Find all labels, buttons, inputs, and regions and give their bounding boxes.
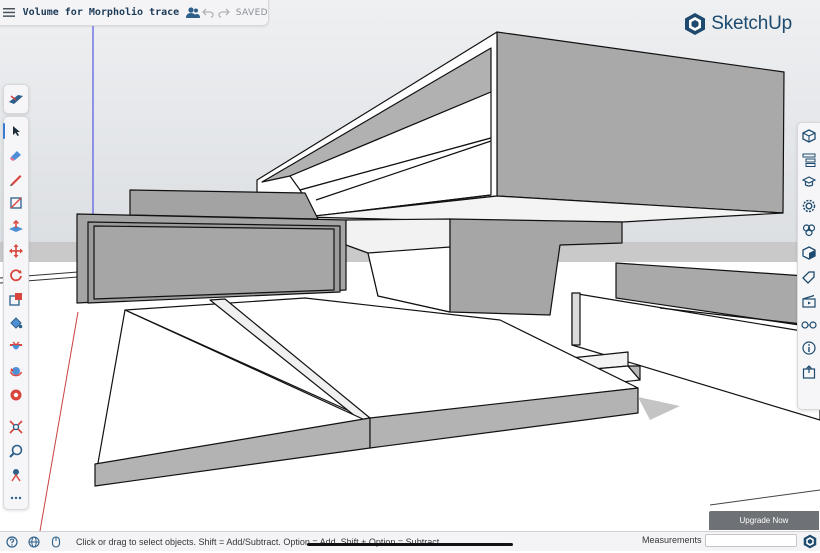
hamburger-menu-icon[interactable] <box>0 0 19 25</box>
home-indicator <box>307 543 513 546</box>
info-icon[interactable] <box>798 337 820 359</box>
pencil-icon[interactable] <box>4 168 28 190</box>
section-plane-display-icon[interactable] <box>4 88 28 110</box>
cube-info-icon[interactable] <box>798 125 820 147</box>
people-icon[interactable] <box>185 0 201 25</box>
scenes-clapper-icon[interactable] <box>798 290 820 312</box>
mouse-icon[interactable] <box>46 532 66 551</box>
sketchup-help-icon[interactable] <box>803 534 817 553</box>
select-arrow-icon[interactable] <box>3 120 28 142</box>
more-dots-icon[interactable] <box>4 487 28 509</box>
outliner-icon[interactable] <box>798 149 820 171</box>
help-circle-icon[interactable] <box>2 532 22 551</box>
model-viewport[interactable] <box>0 0 820 531</box>
glasses-icon[interactable] <box>798 314 820 336</box>
upgrade-now-button[interactable]: Upgrade Now <box>709 511 819 530</box>
scale-icon[interactable] <box>4 288 28 310</box>
undo-icon[interactable] <box>201 0 217 25</box>
tag-icon[interactable] <box>798 266 820 288</box>
redo-icon[interactable] <box>216 0 232 25</box>
rectangle-icon[interactable] <box>4 192 28 214</box>
measurements-input[interactable] <box>705 534 797 547</box>
save-status: SAVED <box>235 7 269 18</box>
paint-bucket-icon[interactable] <box>4 312 28 334</box>
model-scene[interactable] <box>0 0 820 531</box>
position-camera-icon[interactable] <box>4 464 28 486</box>
measurements-label: Measurements <box>642 535 702 545</box>
section-display-toolbar <box>3 84 29 114</box>
eraser-icon[interactable] <box>4 144 28 166</box>
zoom-icon[interactable] <box>4 440 28 462</box>
graduation-cap-icon[interactable] <box>798 171 820 193</box>
document-title[interactable]: Volume for Morpholio trace <box>23 7 180 18</box>
tape-measure-icon[interactable] <box>4 384 28 406</box>
globe-icon[interactable] <box>24 532 44 551</box>
status-bar: Click or drag to select objects. Shift =… <box>0 531 820 551</box>
components-icon[interactable] <box>798 219 820 241</box>
zoom-extents-icon[interactable] <box>4 416 28 438</box>
sketchup-logo: SketchUp <box>684 12 792 36</box>
push-pull-icon[interactable] <box>4 216 28 238</box>
sketchup-logo-icon <box>685 13 706 35</box>
export-icon[interactable] <box>798 361 820 383</box>
move-icon[interactable] <box>4 240 28 262</box>
orbit-icon[interactable] <box>4 360 28 382</box>
right-toolbar <box>797 122 820 410</box>
logo-text: SketchUp <box>711 13 792 34</box>
cube-materials-icon[interactable] <box>798 242 820 264</box>
left-toolbar <box>3 116 29 510</box>
middle-slab[interactable] <box>129 189 319 220</box>
rotate-icon[interactable] <box>4 264 28 286</box>
section-plane-icon[interactable] <box>4 336 28 358</box>
styles-gear-icon[interactable] <box>798 195 820 217</box>
title-bar: Volume for Morpholio trace SAVED <box>0 0 269 26</box>
